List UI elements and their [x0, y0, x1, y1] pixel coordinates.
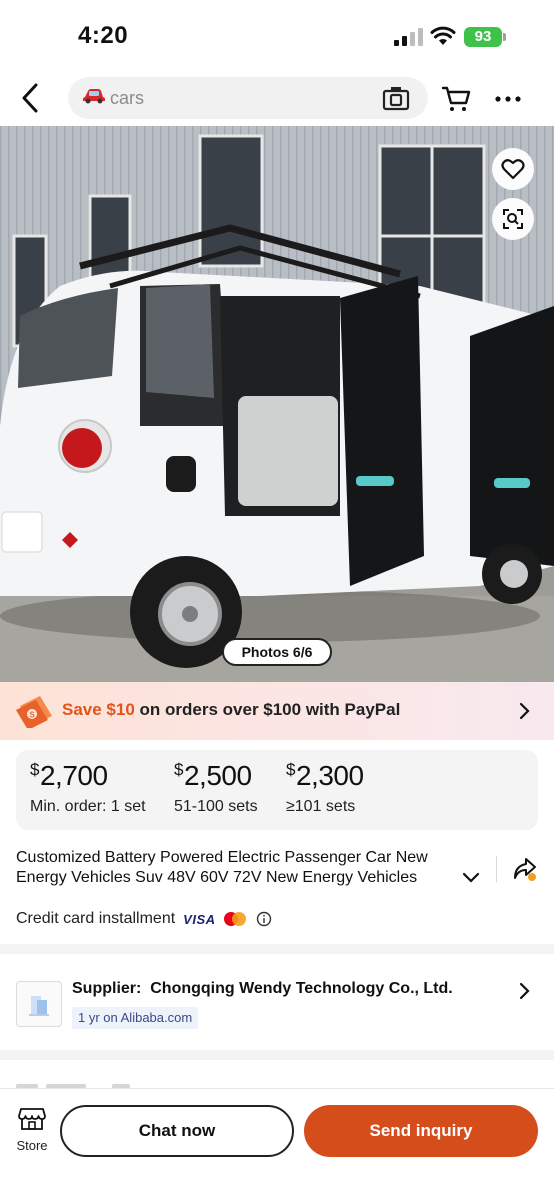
cart-icon[interactable] — [440, 84, 472, 114]
battery-tip — [503, 33, 506, 41]
tier-quantity: Min. order: 1 set — [30, 798, 146, 815]
section-divider — [0, 1050, 554, 1060]
send-inquiry-button[interactable]: Send inquiry — [304, 1105, 538, 1157]
tier-quantity: ≥101 sets — [286, 798, 356, 815]
photo-counter-badge[interactable]: Photos 6/6 — [222, 638, 332, 666]
promo-highlight: Save $10 — [62, 700, 135, 719]
car-icon — [82, 88, 106, 109]
tier-price: $2,300 — [286, 760, 364, 791]
search-query-text: cars — [110, 87, 145, 108]
status-time: 4:20 — [78, 22, 129, 49]
wifi-icon — [430, 26, 456, 45]
back-arrow-icon — [22, 83, 38, 113]
status-bar: 4:20 93 — [0, 0, 554, 72]
building-icon — [29, 996, 49, 1016]
visa-logo: VISA — [183, 911, 216, 927]
store-button[interactable]: Store — [12, 1105, 52, 1157]
product-title: Customized Battery Powered Electric Pass… — [16, 849, 428, 886]
search-input[interactable]: cars — [68, 77, 428, 119]
chevron-right-icon — [519, 702, 530, 720]
nav-bar: cars — [0, 72, 554, 126]
image-search-icon — [503, 209, 523, 229]
supplier-tenure-badge: 1 yr on Alibaba.com — [72, 1007, 199, 1029]
credit-installment-label: Credit card installment — [16, 910, 176, 927]
chevron-right-icon — [519, 982, 530, 1000]
supplier-logo — [16, 981, 62, 1027]
price-tier: $2,500 51-100 sets — [174, 760, 258, 816]
supplier-name: Supplier: Chongqing Wendy Technology Co.… — [72, 980, 453, 997]
tier-price: $2,500 — [174, 760, 252, 791]
image-search-button[interactable] — [492, 198, 534, 240]
price-tier: $2,700 Min. order: 1 set — [30, 760, 146, 816]
tier-quantity: 51-100 sets — [174, 798, 258, 815]
price-tiers: $2,700 Min. order: 1 set $2,500 51-100 s… — [16, 750, 538, 830]
price-tier: $2,300 ≥101 sets — [286, 760, 364, 816]
store-label: Store — [16, 1138, 48, 1153]
more-icon[interactable] — [492, 84, 524, 114]
cellular-signal-icon — [394, 28, 423, 46]
credit-installment-row: Credit card installment VISA — [16, 908, 272, 930]
battery-percent: 93 — [464, 27, 502, 47]
product-image[interactable] — [0, 126, 554, 682]
camera-search-icon[interactable] — [382, 85, 410, 111]
bottom-action-bar: Store Chat now Send inquiry — [0, 1088, 554, 1200]
back-button[interactable] — [12, 78, 48, 118]
electric-car-photo — [0, 126, 554, 682]
svg-text:S: S — [30, 711, 36, 720]
share-icon[interactable] — [512, 856, 538, 882]
promo-text: Save $10 on orders over $100 with PayPal — [62, 700, 400, 720]
supplier-card[interactable]: Supplier: Chongqing Wendy Technology Co.… — [0, 954, 554, 1044]
chat-now-button[interactable]: Chat now — [60, 1105, 294, 1157]
section-divider — [0, 944, 554, 954]
tier-price: $2,700 — [30, 760, 108, 791]
mastercard-icon — [223, 912, 246, 926]
store-icon — [18, 1108, 46, 1130]
paypal-promo-banner[interactable]: S Save $10 on orders over $100 with PayP… — [0, 682, 554, 740]
favorite-button[interactable] — [492, 148, 534, 190]
info-icon[interactable] — [256, 911, 272, 927]
coupon-icon: S — [16, 696, 52, 728]
heart-icon — [501, 159, 525, 180]
chevron-down-icon[interactable] — [460, 868, 482, 888]
battery-indicator: 93 — [464, 27, 506, 47]
divider — [496, 856, 497, 882]
promo-description: on orders over $100 with PayPal — [134, 700, 401, 719]
